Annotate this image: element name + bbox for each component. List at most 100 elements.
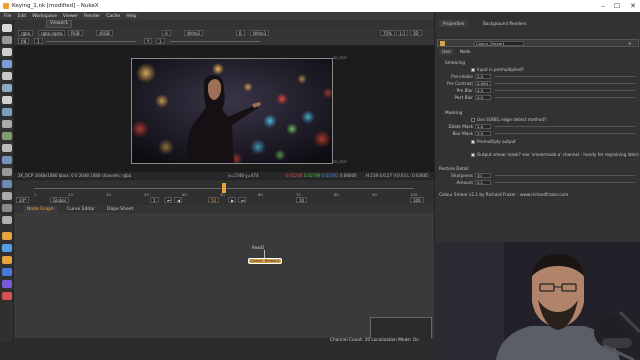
plugin-tool-icon-5[interactable] [2, 280, 12, 288]
post-blur-slider[interactable] [495, 97, 635, 98]
color-tool-icon[interactable] [2, 72, 12, 80]
colour-smear-node[interactable]: Colour_Smear1 [248, 258, 282, 264]
last-frame-button[interactable]: ⏭ [238, 197, 246, 203]
menu-viewer[interactable]: Viewer [63, 14, 78, 19]
pre-chokie-field[interactable]: 2.0 [475, 74, 491, 79]
plugin-tool-icon-4[interactable] [2, 268, 12, 276]
alpha-dropdown[interactable]: rgba.alpha [38, 30, 66, 36]
ratio-dropdown[interactable]: 1:1 [396, 30, 409, 36]
fstop-field[interactable]: f/8 [18, 38, 30, 44]
view-mode-dropdown[interactable]: 3D [410, 30, 422, 36]
step-field[interactable]: 10 [296, 197, 308, 203]
premultiplied-checkbox[interactable]: Input is premultiplied? [471, 66, 524, 73]
sobel-checkbox[interactable]: Use SOBEL edge detect method? [471, 116, 546, 123]
node-header: Colour_Smear1 ✕ [437, 39, 639, 47]
menu-render[interactable]: Render [84, 14, 100, 19]
gamma-slider[interactable] [170, 41, 260, 42]
node-name-field[interactable]: Colour_Smear1 [474, 41, 524, 46]
input-b-node[interactable]: Write3 [250, 30, 270, 36]
channels-dropdown[interactable]: rgba [18, 30, 34, 36]
gamma-label: Y [144, 38, 153, 44]
viewer-tab-bar [14, 20, 434, 28]
minimize-button[interactable]: – [596, 0, 610, 12]
amount-slider[interactable] [495, 182, 635, 183]
other-tool-icon[interactable] [2, 204, 12, 212]
premultiply-output-checkbox[interactable]: Premultiply output [471, 138, 516, 145]
particles-tool-icon[interactable] [2, 180, 12, 188]
draw-tool-icon[interactable] [2, 36, 12, 44]
gain-field[interactable]: 1 [34, 38, 43, 44]
tab-properties[interactable]: Properties [439, 20, 469, 27]
amount-field[interactable]: 0.1 [475, 180, 491, 185]
close-panel-icon[interactable]: ✕ [628, 41, 631, 46]
node-color-icon[interactable] [440, 41, 445, 46]
fps-field[interactable]: 24* [16, 197, 30, 203]
input-a-dropdown[interactable]: A [162, 30, 171, 36]
node-navigator[interactable] [370, 317, 432, 339]
tab-background-renders[interactable]: Background Renders [479, 20, 530, 27]
gain-slider[interactable] [46, 41, 136, 42]
sharpness-slider[interactable] [495, 175, 635, 176]
plugin-tool-icon-2[interactable] [2, 244, 12, 252]
frame-start-field[interactable]: 1 [150, 197, 159, 203]
furnace-tool-icon[interactable] [2, 216, 12, 224]
post-blur-field[interactable]: 0.0 [475, 95, 491, 100]
lut-dropdown[interactable]: sRGB [96, 30, 113, 36]
menu-workspace[interactable]: Workspace [32, 14, 57, 19]
keyer-tool-icon[interactable] [2, 96, 12, 104]
sharpness-field[interactable]: 10 [475, 173, 491, 178]
node-graph[interactable]: Read1 Colour_Smear1 [14, 213, 434, 339]
blur-mask-slider[interactable] [495, 133, 635, 134]
pre-contrast-slider[interactable] [495, 83, 635, 84]
time-tool-icon[interactable] [2, 48, 12, 56]
play-forward-button[interactable]: ▶ [228, 197, 236, 203]
tab-user[interactable]: User [439, 49, 455, 55]
transform-tool-icon[interactable] [2, 120, 12, 128]
menu-edit[interactable]: Edit [18, 14, 27, 19]
merge-tool-icon[interactable] [2, 108, 12, 116]
pre-blur-slider[interactable] [495, 90, 635, 91]
tab-curve-editor[interactable]: Curve Editor [64, 206, 98, 213]
plugin-tool-icon-6[interactable] [2, 292, 12, 300]
menu-help[interactable]: Help [126, 14, 136, 19]
blur-mask-field[interactable]: 3.0 [475, 131, 491, 136]
input-b-dropdown[interactable]: B [236, 30, 245, 36]
timeline[interactable]: 1 10 20 30 40 50 60 70 80 90 100 24* Glo… [14, 179, 434, 203]
output-mask-checkbox[interactable]: Output smear mask? see 'smearmask.a' cha… [471, 151, 639, 158]
frame-end-field[interactable]: 100 [410, 197, 424, 203]
metadata-tool-icon[interactable] [2, 156, 12, 164]
first-frame-button[interactable]: ⏮ [164, 197, 172, 203]
maximize-button[interactable]: ☐ [610, 0, 624, 12]
close-button[interactable]: ✕ [626, 0, 640, 12]
plugin-tool-icon-3[interactable] [2, 256, 12, 264]
deep-tool-icon[interactable] [2, 192, 12, 200]
play-backward-button[interactable]: ◀ [174, 197, 182, 203]
section-masking: Masking [445, 110, 463, 115]
cursor-coords: x=1746 y=474 [228, 173, 259, 178]
current-frame-field[interactable]: 50 [208, 197, 220, 203]
tab-node[interactable]: Node [457, 49, 473, 55]
pre-blur-field[interactable]: 4.0 [475, 88, 491, 93]
image-tool-icon[interactable] [2, 24, 12, 32]
pre-contrast-field[interactable]: 0.094 [475, 81, 491, 86]
channel-tool-icon[interactable] [2, 60, 12, 68]
tab-dope-sheet[interactable]: Dope Sheet [104, 206, 136, 213]
colorspace-dropdown[interactable]: RGB [68, 30, 83, 36]
dilate-mask-field[interactable]: 2.0 [475, 124, 491, 129]
range-dropdown[interactable]: Global [50, 197, 69, 203]
pre-chokie-slider[interactable] [495, 76, 635, 77]
dilate-mask-slider[interactable] [495, 126, 635, 127]
tab-node-graph[interactable]: Node Graph [24, 206, 57, 213]
views-tool-icon[interactable] [2, 144, 12, 152]
dilate-mask-label: Dilate Mask [448, 124, 473, 129]
input-a-node[interactable]: Write2 [184, 30, 204, 36]
tab-viewer1[interactable]: Viewer1 [46, 20, 72, 28]
3d-tool-icon[interactable] [2, 132, 12, 140]
filter-tool-icon[interactable] [2, 84, 12, 92]
zoom-dropdown[interactable]: 75% [380, 30, 395, 36]
menu-cache[interactable]: Cache [106, 14, 120, 19]
menu-file[interactable]: File [4, 14, 12, 19]
gamma-field[interactable]: 1 [156, 38, 165, 44]
toolsets-tool-icon[interactable] [2, 168, 12, 176]
plugin-tool-icon-1[interactable] [2, 232, 12, 240]
